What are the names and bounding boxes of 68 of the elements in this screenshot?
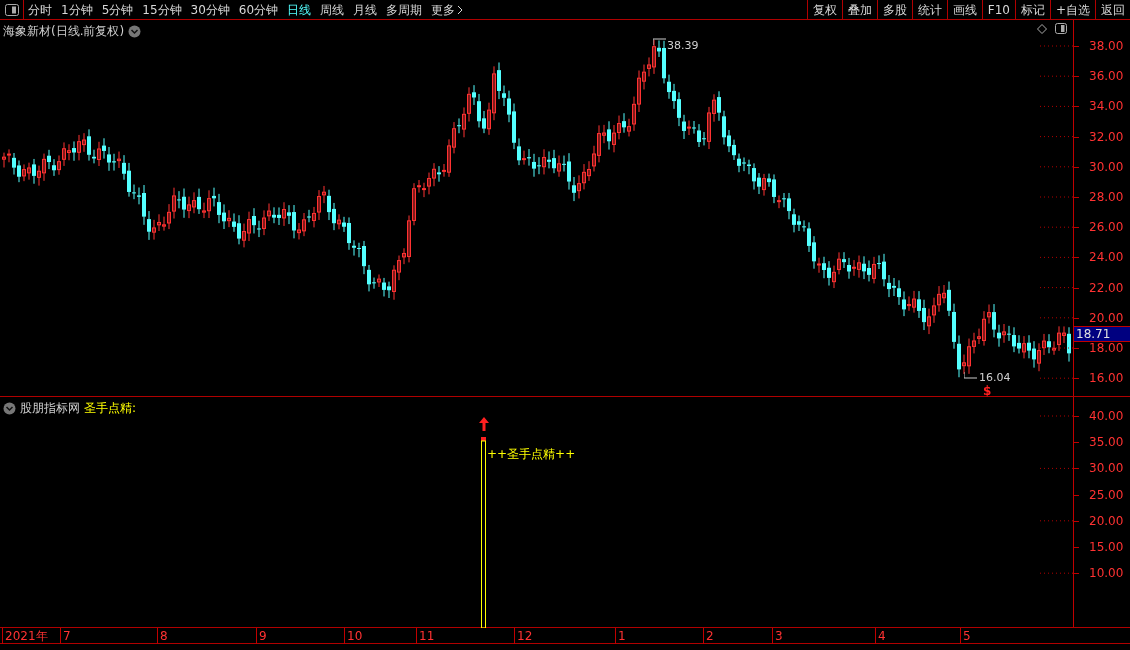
period-tab[interactable]: 分时 (28, 0, 52, 19)
date-axis-label: 2021年 (2, 628, 48, 644)
toolbar-button[interactable]: 返回 (1095, 0, 1130, 19)
date-axis-label: 11 (416, 628, 435, 644)
up-arrow-icon (479, 417, 489, 431)
period-tab[interactable]: 5分钟 (101, 0, 134, 19)
toolbar-button[interactable]: +自选 (1049, 0, 1095, 19)
period-tab[interactable]: 周线 (320, 0, 345, 19)
price-axis-label: 36.00 (1089, 70, 1124, 83)
toolbar-button[interactable]: F10 (981, 0, 1015, 19)
price-axis-label: 16.00 (1089, 372, 1124, 385)
indicator-name: 圣手点精: (84, 400, 137, 417)
high-price-label: 38.39 (667, 38, 699, 54)
toolbar-button[interactable]: 统计 (911, 0, 947, 19)
price-axis-label: 24.00 (1089, 251, 1124, 264)
current-price-tag: 18.71 (1074, 326, 1130, 342)
low-marker-line (964, 372, 978, 380)
date-axis-label: 9 (256, 628, 267, 644)
period-tab[interactable]: 15分钟 (142, 0, 182, 19)
indicator-axis-label: 10.00 (1089, 567, 1124, 580)
chart-title: 海象新材(日线.前复权) (3, 23, 125, 40)
price-axis-label: 20.00 (1089, 311, 1124, 324)
indicator-axis-label: 35.00 (1089, 436, 1124, 449)
price-axis-label: 38.00 (1089, 40, 1124, 52)
price-axis-label: 34.00 (1089, 100, 1124, 113)
period-tab[interactable]: 多周期 (386, 0, 423, 19)
dropdown-icon[interactable] (3, 401, 16, 415)
date-axis-label: 4 (875, 628, 886, 644)
period-tab[interactable]: 月线 (353, 0, 378, 19)
chevron-right-icon (457, 4, 464, 15)
signal-mark: $ (983, 385, 992, 397)
indicator-axis-label: 40.00 (1089, 410, 1124, 422)
date-axis-label: 2 (703, 628, 714, 644)
toolbar-button[interactable]: 多股 (876, 0, 912, 19)
indicator-source: 股朋指标网 (20, 400, 80, 417)
panel-toggle-icon[interactable] (4, 3, 19, 16)
high-marker-line (653, 38, 667, 46)
period-tab[interactable]: 1分钟 (61, 0, 93, 19)
toolbar-button[interactable]: 标记 (1014, 0, 1050, 19)
date-axis-label: 3 (772, 628, 783, 644)
price-axis-label: 32.00 (1089, 130, 1124, 143)
indicator-axis-label: 30.00 (1089, 462, 1124, 475)
toolbar-button[interactable]: 复权 (806, 0, 842, 19)
date-axis-label: 10 (344, 628, 363, 644)
panel-toggle-icon[interactable] (1055, 23, 1067, 34)
date-axis-label: 8 (157, 628, 168, 644)
diamond-icon[interactable] (1037, 23, 1047, 34)
toolbar-button[interactable]: 叠加 (841, 0, 877, 19)
indicator-axis-label: 20.00 (1089, 514, 1124, 527)
signal-label: ++圣手点精++ (487, 446, 576, 463)
period-tab[interactable]: 日线 (287, 0, 312, 19)
date-axis-label: 12 (514, 628, 533, 644)
date-axis-label: 5 (960, 628, 971, 644)
date-axis-label: 1 (615, 628, 626, 644)
period-tab[interactable]: 60分钟 (238, 0, 279, 19)
price-axis-label: 26.00 (1089, 221, 1124, 234)
dropdown-icon[interactable] (128, 24, 142, 38)
date-axis-label: 7 (60, 628, 71, 644)
price-axis-label: 28.00 (1089, 191, 1124, 203)
period-tab[interactable]: 更多 (431, 0, 464, 19)
price-axis-label: 30.00 (1089, 160, 1124, 173)
period-tab[interactable]: 30分钟 (190, 0, 230, 19)
price-axis-label: 22.00 (1089, 281, 1124, 294)
toolbar-button[interactable]: 画线 (946, 0, 982, 19)
price-axis-label: 18.00 (1089, 342, 1124, 354)
low-price-label: 16.04 (979, 372, 1011, 383)
indicator-axis-label: 15.00 (1089, 541, 1124, 553)
indicator-axis-label: 25.00 (1089, 488, 1124, 501)
